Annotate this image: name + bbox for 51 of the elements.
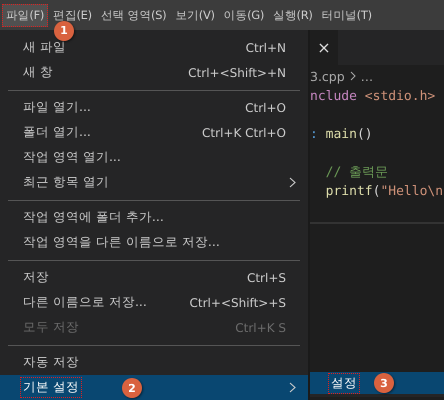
menu-item-label: 다른 이름으로 저장... <box>22 293 148 311</box>
code-line: // 출력문 <box>324 164 388 182</box>
menu-item[interactable]: 폴더 열기... Ctrl+K Ctrl+O <box>0 120 308 145</box>
code-line: nclude <stdio.h> <box>310 88 436 106</box>
menu-item[interactable]: 새 창 Ctrl+<Shift>+N <box>0 60 308 85</box>
menu-item-label: 설정 <box>328 372 360 394</box>
step-badge: 2 <box>122 378 142 398</box>
shortcut-text: Ctrl+K Ctrl+O <box>202 126 286 140</box>
menu-item[interactable]: 다른 이름으로 저장... Ctrl+<Shift>+S <box>0 290 308 315</box>
shortcut-text: Ctrl+N <box>246 40 286 54</box>
step-badge: 1 <box>54 20 74 40</box>
shortcut-text: Ctrl+S <box>246 270 286 284</box>
code-line: printf("Hello\n <box>324 183 444 201</box>
menu-item-label: 기본 설정 <box>20 377 82 398</box>
menu-bar-item[interactable]: 터미널(T) <box>318 4 376 26</box>
menu-item[interactable]: 설정 3 <box>310 372 444 394</box>
menu-item[interactable]: 기본 설정 2 <box>0 375 308 400</box>
menu-item-label: 작업 영역을 다른 이름으로 저장... <box>22 233 221 251</box>
chevron-icon <box>350 71 356 81</box>
menu-item-label: 파일 열기... <box>22 98 92 116</box>
menu-item-label: 작업 영역 열기... <box>22 148 122 166</box>
menu-item[interactable]: 작업 영역에 폴더 추가... <box>0 205 308 230</box>
menu-item[interactable]: 저장 Ctrl+S <box>0 265 308 290</box>
breadcrumb-item[interactable]: 3.cpp <box>310 68 345 84</box>
menu-item-label: 최근 항목 열기 <box>22 173 110 191</box>
menu-item[interactable]: 작업 영역 열기... <box>0 145 308 170</box>
menu-bar-item[interactable]: 보기(V) <box>171 4 219 26</box>
menu-item-label: 모두 저장 <box>22 318 80 336</box>
menu-item[interactable]: 자동 저장 <box>0 350 308 375</box>
menu-item-label: 폴더 열기... <box>22 123 92 141</box>
menu-item-label: 새 창 <box>22 63 54 81</box>
menu-item-label: 새 파일 <box>22 38 67 56</box>
menu-item[interactable]: 파일 열기... Ctrl+O <box>0 95 308 120</box>
menu-item-label: 저장 <box>22 268 50 286</box>
menu-item[interactable]: 작업 영역을 다른 이름으로 저장... <box>0 230 308 255</box>
code-line: : main() <box>310 126 373 144</box>
menu-bar-item[interactable]: 실행(R) <box>269 4 317 26</box>
close-icon[interactable]: × <box>317 38 331 57</box>
shortcut-text: Ctrl+O <box>245 100 286 114</box>
shortcut-text: Ctrl+<Shift>+S <box>190 296 286 310</box>
editor-tab[interactable]: × <box>310 30 338 65</box>
menu-item-label: 작업 영역에 폴더 추가... <box>22 208 165 226</box>
shortcut-text: Ctrl+<Shift>+N <box>188 66 286 80</box>
menu-item-label: 자동 저장 <box>22 353 80 371</box>
menu-bar-item[interactable]: 이동(G) <box>220 4 268 26</box>
menu-bar-item[interactable]: 파일(F) <box>2 4 48 26</box>
shortcut-text: Ctrl+K S <box>235 320 286 334</box>
menu-item[interactable]: 최근 항목 열기 <box>0 170 308 195</box>
step-badge: 3 <box>374 373 394 393</box>
menu-bar-item[interactable]: 선택 영역(S) <box>96 4 170 26</box>
breadcrumb-item[interactable]: … <box>360 68 374 84</box>
